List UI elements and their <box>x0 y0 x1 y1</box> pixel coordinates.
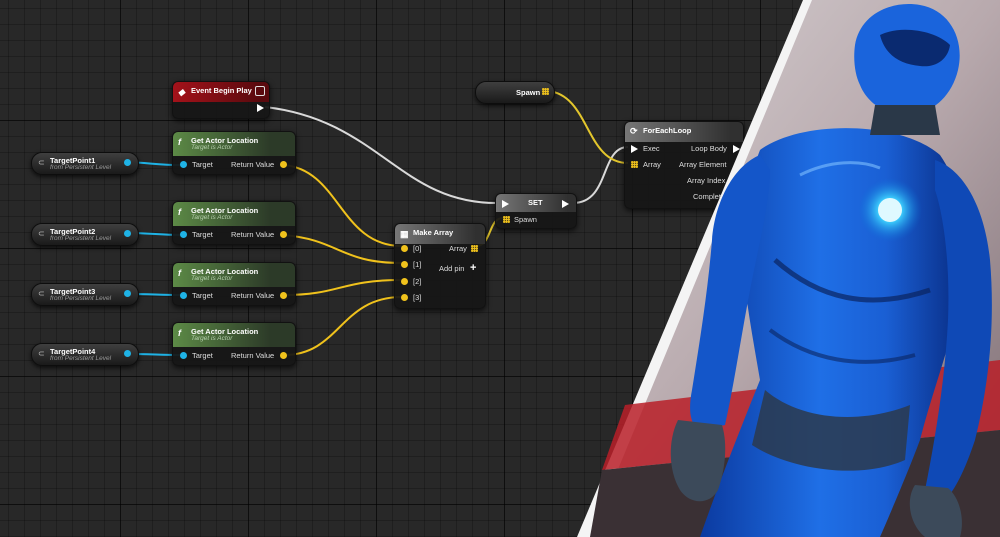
armored-hero-illustration <box>577 0 1000 537</box>
blueprint-graph[interactable]: ◆ Event Begin Play Spawn ⟳ ForEachLoop E… <box>0 0 1000 537</box>
chest-core <box>878 198 902 222</box>
hero-neck <box>870 105 940 135</box>
